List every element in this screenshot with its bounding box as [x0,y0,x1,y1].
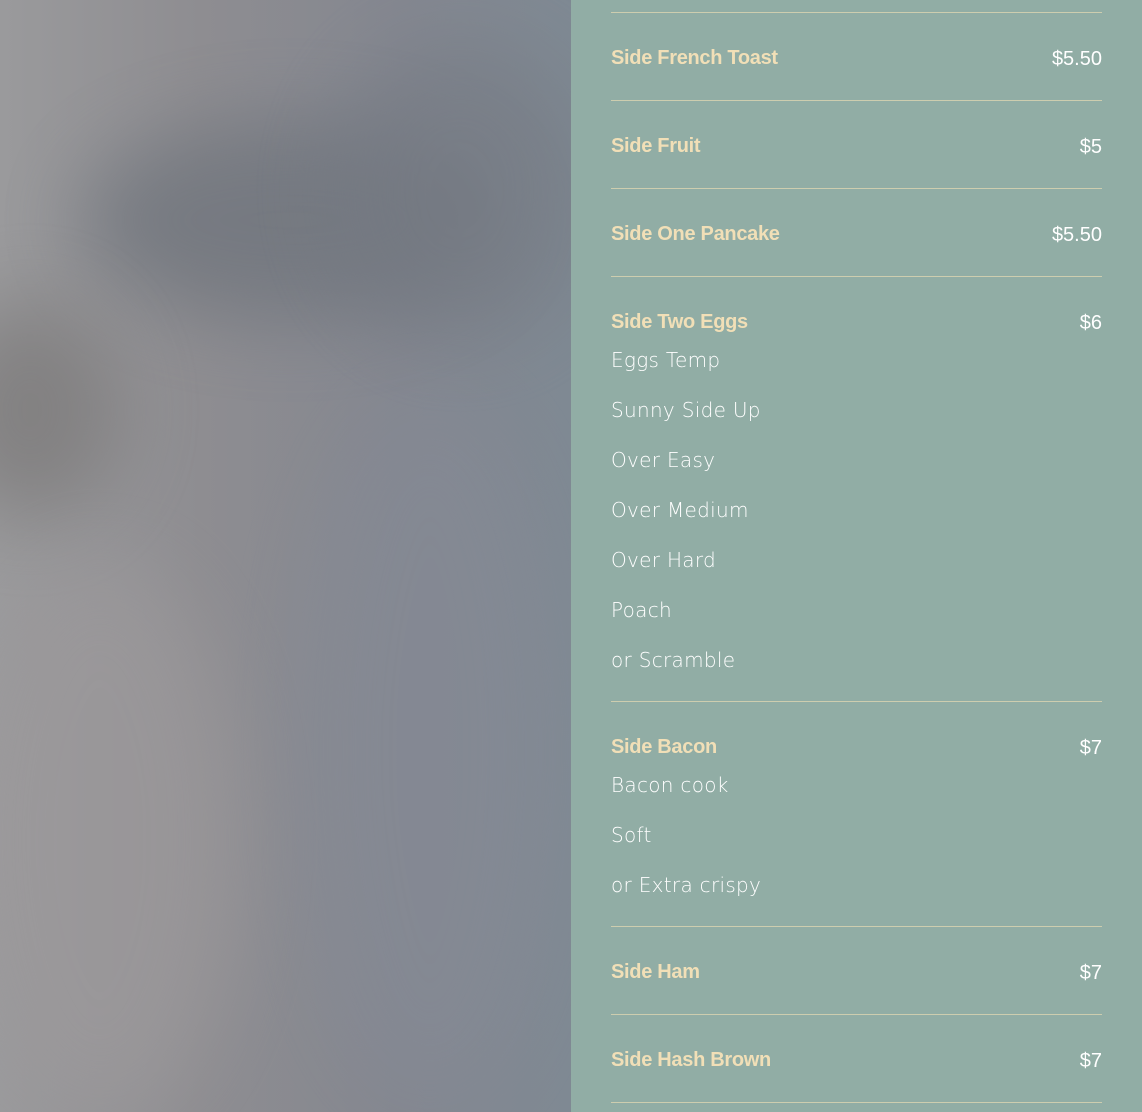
menu-panel: Side French Toast $5.50 Side Fruit $5 Si… [571,0,1142,1112]
item-price: $5 [1079,136,1102,158]
divider [611,1102,1102,1103]
menu-list: Side French Toast $5.50 Side Fruit $5 Si… [611,12,1102,1103]
option-sunny-side-up[interactable]: Sunny Side Up [611,398,1102,448]
egg-options: Eggs Temp Sunny Side Up Over Easy Over M… [611,348,1102,676]
option-poach[interactable]: Poach [611,598,1102,648]
option-over-medium[interactable]: Over Medium [611,498,1102,548]
item-price: $7 [1079,1050,1102,1072]
page: Side French Toast $5.50 Side Fruit $5 Si… [0,0,1142,1112]
item-price: $7 [1079,962,1102,984]
option-label: Bacon cook [611,773,729,797]
option-over-hard[interactable]: Over Hard [611,548,1102,598]
menu-item-side-hash-brown[interactable]: Side Hash Brown $7 [611,1015,1102,1102]
menu-item-side-fruit[interactable]: Side Fruit $5 [611,101,1102,188]
menu-item-side-french-toast[interactable]: Side French Toast $5.50 [611,13,1102,100]
item-name: Side Two Eggs [611,311,748,333]
bacon-options: Bacon cook Soft or Extra crispy [611,773,1102,901]
option-over-easy[interactable]: Over Easy [611,448,1102,498]
item-price: $6 [1079,312,1102,334]
item-name: Side Hash Brown [611,1049,771,1071]
item-name: Side French Toast [611,47,778,69]
item-name: Side Bacon [611,736,717,758]
menu-item-side-two-eggs[interactable]: Side Two Eggs $6 Eggs Temp Sunny Side Up… [611,277,1102,701]
option-soft[interactable]: Soft [611,823,1102,873]
option-extra-crispy[interactable]: or Extra crispy [611,873,1102,901]
menu-item-side-ham[interactable]: Side Ham $7 [611,927,1102,1014]
item-name: Side Ham [611,961,700,983]
item-price: $5.50 [1051,48,1102,70]
item-price: $5.50 [1051,224,1102,246]
menu-item-side-bacon[interactable]: Side Bacon $7 Bacon cook Soft or Extra c… [611,702,1102,926]
option-scramble[interactable]: or Scramble [611,648,1102,676]
item-name: Side Fruit [611,135,701,157]
background-photo [0,0,571,1112]
item-price: $7 [1079,737,1102,759]
option-label: Eggs Temp [611,348,721,372]
item-name: Side One Pancake [611,223,780,245]
menu-item-side-one-pancake[interactable]: Side One Pancake $5.50 [611,189,1102,276]
